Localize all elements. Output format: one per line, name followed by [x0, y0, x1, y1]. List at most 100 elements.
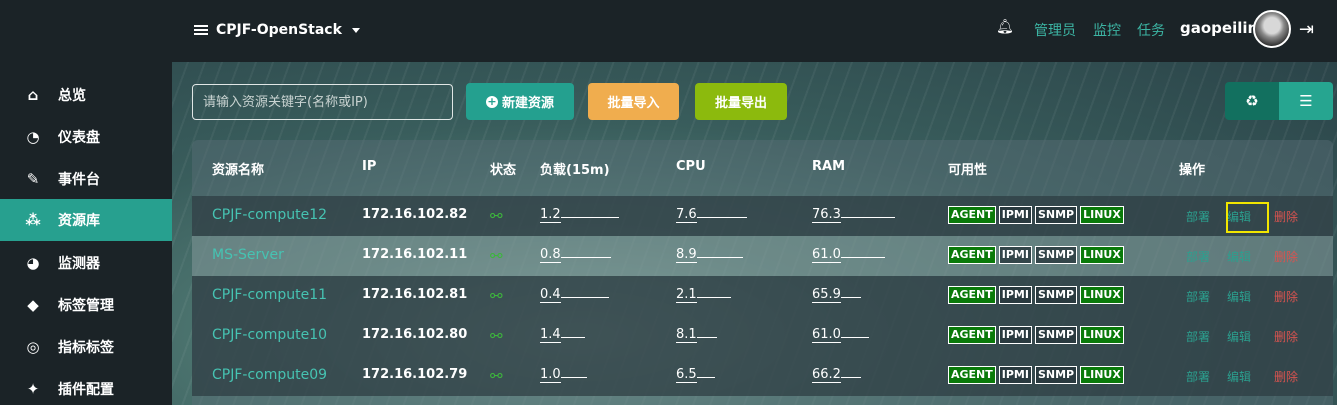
- tag-agent: AGENT: [948, 206, 996, 224]
- edit-link[interactable]: 编辑: [1227, 288, 1251, 305]
- view-toggle-group: ♻ ☰: [1225, 82, 1333, 120]
- ram-value: 61.0: [812, 327, 869, 343]
- sidebar-item-plugins[interactable]: ✦ 插件配置: [0, 368, 172, 405]
- sidebar-item-tags[interactable]: ◆ 标签管理: [0, 284, 172, 326]
- tag-linux: LINUX: [1080, 326, 1124, 344]
- sidebar-item-label: 事件台: [58, 172, 100, 188]
- deploy-link[interactable]: 部署: [1186, 368, 1210, 385]
- plug-icon: ✦: [26, 380, 40, 398]
- sidebar-item-label: 监测器: [58, 256, 100, 272]
- edit-link[interactable]: 编辑: [1227, 248, 1251, 265]
- nav-tasks[interactable]: 任务: [1137, 20, 1165, 40]
- table-row: CPJF-compute12 172.16.102.82 ⚯ 1.2 7.6 7…: [192, 196, 1333, 236]
- sidebar-item-resources[interactable]: ⁂ 资源库: [0, 199, 172, 241]
- table-row: MS-Server 172.16.102.11 ⚯ 0.8 8.9 61.0 A…: [192, 236, 1333, 276]
- cpu-value: 8.9: [676, 247, 743, 263]
- tag-ipmi: IPMI: [998, 206, 1032, 224]
- table-row: CPJF-compute09 172.16.102.79 ⚯ 1.0 6.5 6…: [192, 356, 1333, 396]
- bullseye-icon: ◎: [26, 338, 40, 356]
- search-input[interactable]: [192, 84, 453, 120]
- sidebar-item-label: 标签管理: [58, 298, 114, 314]
- tag-snmp: SNMP: [1034, 286, 1078, 304]
- home-icon: ⌂: [27, 86, 39, 104]
- main-content: + 新建资源 批量导入 批量导出 ♻ ☰ 资源名称 IP 状态 负载(15m) …: [172, 62, 1337, 405]
- resource-name-link[interactable]: CPJF-compute12: [212, 207, 327, 223]
- col-ram: RAM: [812, 159, 846, 174]
- tag-linux: LINUX: [1080, 246, 1124, 264]
- bell-icon[interactable]: 🔔︎: [996, 19, 1014, 35]
- sidebar-item-monitors[interactable]: ◕ 监测器: [0, 242, 172, 284]
- table-row: CPJF-compute11 172.16.102.81 ⚯ 0.4 2.1 6…: [192, 276, 1333, 316]
- batch-export-button[interactable]: 批量导出: [695, 83, 787, 120]
- tag-ipmi: IPMI: [998, 326, 1032, 344]
- link-icon: ⚯: [490, 287, 503, 305]
- sidebar-item-overview[interactable]: ⌂ 总览: [0, 74, 172, 116]
- edit-highlight: [1226, 202, 1269, 233]
- sidebar-item-label: 插件配置: [58, 382, 114, 398]
- delete-link[interactable]: 删除: [1274, 208, 1298, 225]
- delete-link[interactable]: 删除: [1274, 248, 1298, 265]
- resource-ip: 172.16.102.81: [362, 287, 468, 302]
- deploy-link[interactable]: 部署: [1186, 208, 1210, 225]
- project-switcher[interactable]: CPJF-OpenStack: [194, 19, 360, 41]
- recycle-icon[interactable]: ♻: [1225, 82, 1279, 120]
- sidebar-item-events[interactable]: ✎ 事件台: [0, 158, 172, 200]
- cubes-icon: ⁂: [25, 211, 41, 229]
- deploy-link[interactable]: 部署: [1186, 328, 1210, 345]
- resource-name-link[interactable]: CPJF-compute09: [212, 367, 327, 383]
- col-name: 资源名称: [212, 163, 265, 178]
- load-value: 0.8: [540, 247, 611, 263]
- load-value: 1.2: [540, 207, 619, 223]
- sidebar-item-label: 指标标签: [58, 340, 114, 356]
- batch-import-button[interactable]: 批量导入: [588, 83, 679, 120]
- tag-linux: LINUX: [1080, 366, 1124, 384]
- tag-snmp: SNMP: [1034, 246, 1078, 264]
- edit-icon: ✎: [26, 170, 40, 188]
- avatar[interactable]: [1253, 10, 1291, 48]
- pie-chart-icon: ◔: [26, 128, 40, 146]
- deploy-link[interactable]: 部署: [1186, 248, 1210, 265]
- sidebar-item-label: 总览: [58, 88, 86, 104]
- username[interactable]: gaopeilin: [1180, 19, 1258, 37]
- resource-name-link[interactable]: CPJF-compute11: [212, 287, 327, 303]
- load-value: 1.0: [540, 367, 587, 383]
- resource-ip: 172.16.102.11: [362, 247, 468, 262]
- delete-link[interactable]: 删除: [1274, 328, 1298, 345]
- cpu-value: 7.6: [676, 207, 747, 223]
- sidebar-item-dashboard[interactable]: ◔ 仪表盘: [0, 116, 172, 158]
- delete-link[interactable]: 删除: [1274, 288, 1298, 305]
- availability-tags: AGENT IPMI SNMP LINUX: [948, 246, 1124, 264]
- tag-agent: AGENT: [948, 286, 996, 304]
- link-icon: ⚯: [490, 367, 503, 385]
- tag-snmp: SNMP: [1034, 366, 1078, 384]
- project-name: CPJF-OpenStack: [216, 22, 342, 38]
- plus-circle-icon: +: [485, 94, 498, 108]
- nav-admin[interactable]: 管理员: [1034, 20, 1076, 40]
- resource-name-link[interactable]: CPJF-compute10: [212, 327, 327, 343]
- availability-tags: AGENT IPMI SNMP LINUX: [948, 326, 1124, 344]
- cpu-value: 8.1: [676, 327, 717, 343]
- tags-icon: ◆: [27, 296, 39, 314]
- tag-agent: AGENT: [948, 246, 996, 264]
- col-load: 负载(15m): [540, 163, 610, 178]
- new-resource-button[interactable]: + 新建资源: [466, 83, 574, 120]
- logout-icon[interactable]: ⇥: [1299, 19, 1314, 40]
- sidebar-item-metric-tags[interactable]: ◎ 指标标签: [0, 326, 172, 368]
- link-icon: ⚯: [490, 327, 503, 345]
- availability-tags: AGENT IPMI SNMP LINUX: [948, 206, 1124, 224]
- col-status: 状态: [490, 163, 517, 178]
- resource-ip: 172.16.102.80: [362, 327, 468, 342]
- list-view-icon[interactable]: ☰: [1279, 82, 1333, 120]
- delete-link[interactable]: 删除: [1274, 368, 1298, 385]
- resource-name-link[interactable]: MS-Server: [212, 247, 284, 263]
- col-actions: 操作: [1179, 163, 1206, 178]
- deploy-link[interactable]: 部署: [1186, 288, 1210, 305]
- tag-snmp: SNMP: [1034, 326, 1078, 344]
- nav-monitor[interactable]: 监控: [1093, 20, 1121, 40]
- edit-link[interactable]: 编辑: [1227, 328, 1251, 345]
- edit-link[interactable]: 编辑: [1227, 368, 1251, 385]
- tag-ipmi: IPMI: [998, 366, 1032, 384]
- load-value: 0.4: [540, 287, 609, 303]
- tag-ipmi: IPMI: [998, 246, 1032, 264]
- tag-agent: AGENT: [948, 366, 996, 384]
